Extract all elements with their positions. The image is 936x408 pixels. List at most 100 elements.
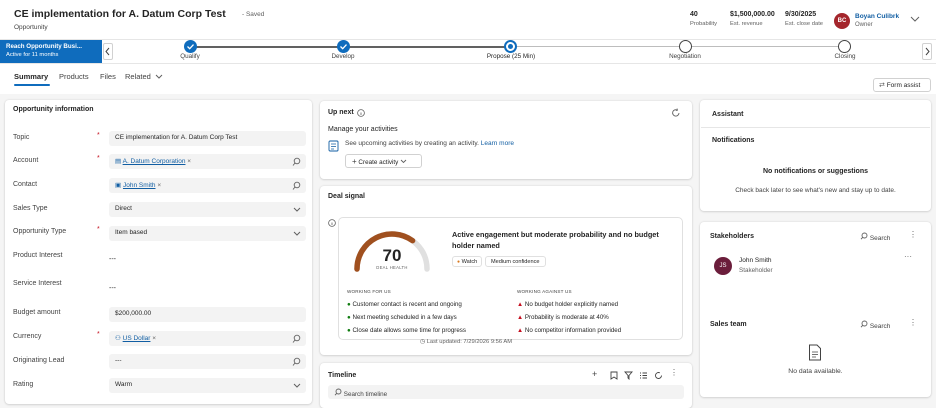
- contact-field[interactable]: ▣ John Smith ×: [109, 178, 306, 193]
- field-label-opportunity-type: Opportunity Type: [13, 228, 67, 235]
- plus-icon: +: [352, 157, 357, 166]
- kpi-probability-value: 40: [690, 11, 698, 18]
- opportunity-type-select[interactable]: Item based: [109, 226, 306, 241]
- success-icon: ●: [347, 327, 351, 334]
- account-field[interactable]: ▤ A. Datum Corporation ×: [109, 154, 306, 169]
- originating-lead-value: ---: [115, 357, 122, 364]
- more-horizontal-icon[interactable]: ···: [904, 252, 912, 261]
- filter-icon[interactable]: [624, 371, 633, 380]
- chevron-down-icon: [293, 207, 301, 212]
- stage-closing-node[interactable]: [838, 40, 851, 53]
- more-options-icon[interactable]: ⋮: [909, 230, 917, 239]
- stage-develop-label[interactable]: Develop: [318, 53, 368, 60]
- remove-icon[interactable]: ×: [152, 335, 156, 342]
- product-interest-value[interactable]: ---: [109, 256, 116, 263]
- field-label-budget-amount: Budget amount: [13, 309, 61, 316]
- timeline-search-input[interactable]: Search timeline: [328, 385, 684, 399]
- deal-health-panel: 70 DEAL HEALTH Active engagement but mod…: [338, 217, 683, 340]
- search-icon[interactable]: [292, 334, 301, 343]
- add-icon[interactable]: +: [592, 369, 597, 379]
- deal-signal-card: Deal signal 70 DEAL HEALTH Active engage…: [320, 186, 692, 355]
- bookmark-icon[interactable]: [610, 371, 618, 380]
- field-label-sales-type: Sales Type: [13, 205, 48, 212]
- field-label-originating-lead: Originating Lead: [13, 357, 65, 364]
- currency-field[interactable]: ⚇ US Dollar ×: [109, 331, 306, 346]
- create-activity-label: Create activity: [358, 159, 399, 166]
- contact-link[interactable]: John Smith: [123, 182, 156, 189]
- watch-badge-label: Watch: [461, 259, 478, 265]
- process-flag-title: Reach Opportunity Busi...: [6, 43, 82, 50]
- stage-negotiation-node[interactable]: [679, 40, 692, 53]
- stage-qualify-node[interactable]: [184, 40, 197, 53]
- warning-icon: ▲: [517, 327, 524, 334]
- stage-propose-label[interactable]: Propose (25 Min): [470, 53, 552, 60]
- stage-propose-node[interactable]: [504, 40, 517, 53]
- stage-qualify-label[interactable]: Qualify: [170, 53, 210, 60]
- business-process-bar: Reach Opportunity Busi... Active for 11 …: [0, 40, 936, 64]
- info-icon[interactable]: [357, 109, 365, 117]
- form-assist-button[interactable]: ⇄ Form assist: [873, 78, 931, 92]
- list-item: ● Next meeting scheduled in a few days: [347, 311, 466, 324]
- chevron-left-icon: [105, 47, 110, 56]
- search-icon[interactable]: [292, 181, 301, 190]
- rating-value: Warm: [115, 381, 133, 388]
- form-tabs: Summary Products Files Related ⇄ Form as…: [0, 64, 936, 94]
- working-against-item: Probability is moderate at 40%: [524, 314, 609, 321]
- tab-related[interactable]: Related: [125, 72, 151, 81]
- refresh-icon[interactable]: [654, 371, 663, 380]
- currency-link[interactable]: US Dollar: [123, 335, 151, 342]
- service-interest-value[interactable]: ---: [109, 285, 116, 292]
- field-label-currency: Currency: [13, 333, 42, 340]
- list-icon[interactable]: [639, 371, 648, 380]
- success-icon: ●: [347, 314, 351, 321]
- tab-files[interactable]: Files: [100, 72, 116, 81]
- tab-selected-indicator: [14, 84, 50, 86]
- owner-name[interactable]: Boyan Culibrk: [855, 13, 899, 20]
- refresh-icon[interactable]: [671, 108, 681, 118]
- stage-develop-node[interactable]: [337, 40, 350, 53]
- rating-select[interactable]: Warm: [109, 378, 306, 393]
- process-prev-button[interactable]: [103, 43, 113, 60]
- tab-products[interactable]: Products: [59, 72, 89, 81]
- list-item: ● Close date allows some time for progre…: [347, 324, 466, 337]
- chevron-down-icon: [400, 159, 407, 164]
- chevron-down-icon[interactable]: [155, 74, 163, 80]
- tab-summary[interactable]: Summary: [14, 72, 48, 81]
- originating-lead-field[interactable]: ---: [109, 354, 306, 369]
- create-activity-button[interactable]: + Create activity: [345, 154, 422, 168]
- active-dot-icon: [508, 44, 513, 49]
- process-flag[interactable]: Reach Opportunity Busi... Active for 11 …: [0, 40, 102, 63]
- stage-closing-label[interactable]: Closing: [820, 53, 870, 60]
- process-next-button[interactable]: [922, 43, 932, 60]
- remove-icon[interactable]: ×: [157, 182, 161, 189]
- learn-more-link[interactable]: Learn more: [481, 140, 514, 147]
- form-assist-label: Form assist: [886, 82, 921, 89]
- field-label-topic: Topic: [13, 134, 30, 141]
- dot-icon: ●: [457, 259, 461, 265]
- budget-amount-field[interactable]: $200,000.00: [109, 307, 306, 322]
- sales-team-search[interactable]: Search: [860, 320, 890, 330]
- account-link[interactable]: A. Datum Corporation: [123, 158, 186, 165]
- kpi-revenue-label: Est. revenue: [730, 21, 763, 27]
- stage-negotiation-label[interactable]: Negotiation: [655, 53, 715, 60]
- warning-icon: ▲: [517, 301, 524, 308]
- search-icon[interactable]: [292, 157, 301, 166]
- owner-avatar[interactable]: BC: [834, 13, 850, 29]
- search-icon[interactable]: [292, 357, 301, 366]
- info-icon[interactable]: [328, 219, 336, 227]
- kpi-revenue-value: $1,500,000.00: [730, 11, 775, 18]
- remove-icon[interactable]: ×: [187, 158, 191, 165]
- field-label-account: Account: [13, 157, 39, 164]
- topic-field[interactable]: CE implementation for A. Datum Corp Test: [109, 131, 306, 146]
- more-options-icon[interactable]: ⋮: [909, 318, 917, 327]
- more-options-icon[interactable]: ⋮: [670, 368, 678, 377]
- stakeholders-search[interactable]: Search: [860, 232, 890, 242]
- stakeholder-name[interactable]: John Smith: [739, 257, 772, 264]
- kpi-probability-label: Probability: [690, 21, 718, 27]
- deal-last-updated: ◷ Last updated: 7/29/2026 9:56 AM: [420, 339, 512, 345]
- chevron-down-icon[interactable]: [910, 15, 920, 23]
- sales-type-select[interactable]: Direct: [109, 202, 306, 217]
- field-label-product-interest: Product Interest: [13, 252, 63, 259]
- process-flag-subtitle: Active for 11 months: [6, 52, 59, 58]
- chevron-down-icon: [293, 383, 301, 388]
